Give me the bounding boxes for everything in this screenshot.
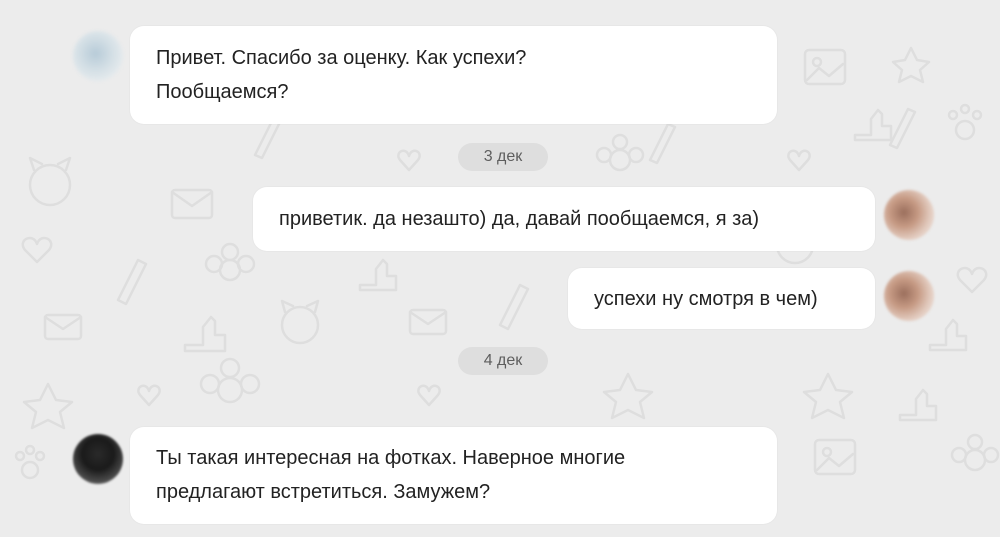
message-text-line: Ты такая интересная на фотках. Наверное … — [156, 447, 626, 469]
message-text-line: приветик. да незашто) да, давай пообщаем… — [279, 208, 760, 230]
chat-area[interactable]: Привет. Спасибо за оценку. Как успехи? П… — [0, 0, 1000, 537]
outgoing-message: успехи ну смотря в чем) — [568, 268, 875, 329]
message-text-line: Пообщаемся? — [156, 81, 289, 103]
date-separator: 4 дек — [458, 347, 548, 375]
message-text-line: успехи ну смотря в чем) — [594, 288, 818, 310]
contact-avatar[interactable] — [73, 31, 123, 81]
user-avatar[interactable] — [884, 271, 934, 321]
message-text-line: предлагают встретиться. Замужем? — [156, 481, 491, 503]
outgoing-message: приветик. да незашто) да, давай пообщаем… — [253, 187, 875, 251]
date-separator: 3 дек — [458, 143, 548, 171]
incoming-message: Ты такая интересная на фотках. Наверное … — [130, 427, 777, 524]
contact-avatar[interactable] — [73, 434, 123, 484]
message-text-line: Привет. Спасибо за оценку. Как успехи? — [156, 47, 527, 69]
user-avatar[interactable] — [884, 190, 934, 240]
incoming-message: Привет. Спасибо за оценку. Как успехи? П… — [130, 26, 777, 124]
